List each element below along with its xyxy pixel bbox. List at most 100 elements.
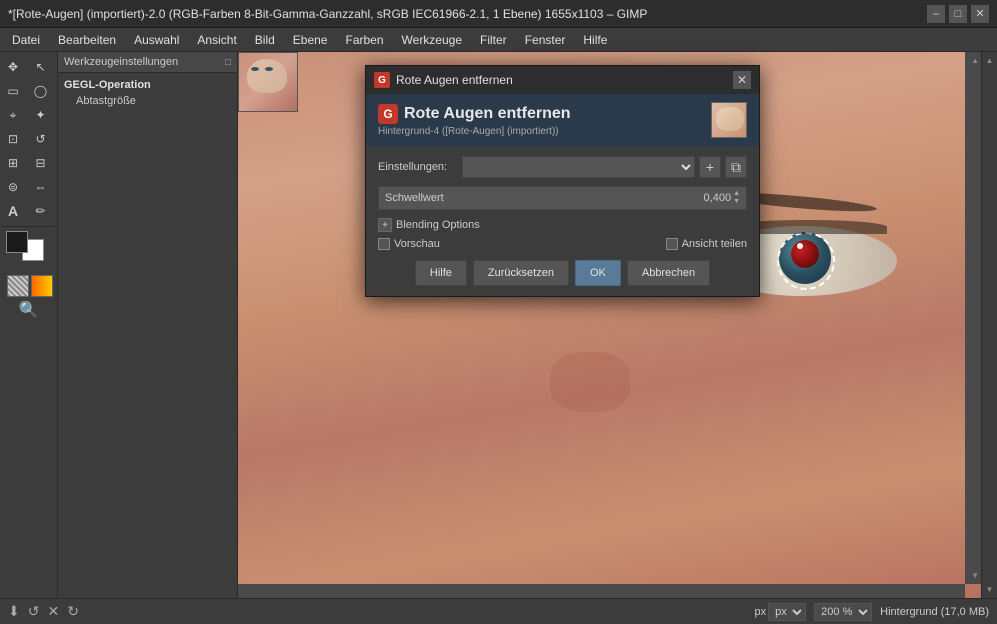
dialog-subtitle: Hintergrund-4 ([Rote-Augen] (importiert)… bbox=[378, 126, 571, 137]
dialog-close-button[interactable]: ✕ bbox=[733, 71, 751, 89]
gegl-section-label: GEGL-Operation bbox=[64, 79, 231, 91]
schwellwert-value: 0,400 bbox=[704, 192, 732, 204]
menu-bar: Datei Bearbeiten Auswahl Ansicht Bild Eb… bbox=[0, 28, 997, 52]
einstellungen-row: Einstellungen: + ⧉ bbox=[378, 156, 747, 178]
unit-dropdown[interactable]: px bbox=[768, 603, 806, 621]
warp-tool[interactable]: ⊜ bbox=[2, 176, 24, 198]
ok-button[interactable]: OK bbox=[575, 260, 621, 286]
einstellungen-select[interactable] bbox=[462, 156, 695, 178]
tool-options-panel: Werkzeugeinstellungen □ GEGL-Operation A… bbox=[58, 52, 238, 598]
maximize-button[interactable]: □ bbox=[949, 5, 967, 23]
schwellwert-label: Schwellwert bbox=[385, 192, 704, 204]
unit-selector[interactable]: px px bbox=[755, 603, 807, 621]
einstellungen-label: Einstellungen: bbox=[378, 161, 458, 173]
canvas-thumbnail bbox=[238, 52, 298, 112]
red-eye-dialog: G Rote Augen entfernen ✕ G Rote Augen en… bbox=[365, 65, 760, 297]
schwellwert-row[interactable]: Schwellwert 0,400 ▲ ▼ bbox=[378, 186, 747, 210]
horizontal-scrollbar[interactable] bbox=[238, 584, 965, 598]
zoom-tool[interactable]: 🔍 bbox=[18, 299, 40, 321]
einstellungen-add-button[interactable]: + bbox=[699, 156, 721, 178]
tool-options-content: GEGL-Operation Abtastgröße bbox=[58, 73, 237, 598]
blending-expand-button[interactable]: + bbox=[378, 218, 392, 232]
unit-label: px bbox=[755, 606, 767, 618]
menu-farben[interactable]: Farben bbox=[338, 31, 392, 49]
pattern-swatch[interactable] bbox=[7, 275, 29, 297]
rect-select-tool[interactable]: ▭ bbox=[2, 80, 24, 102]
redo-button[interactable]: ↺ bbox=[28, 603, 40, 620]
tools-panel: ✥ ↖ ▭ ◯ ⌖ ✦ ⊡ ↺ ⊞ ⊟ ⊜ ⇔ A ✏ 🔍 bbox=[0, 52, 58, 598]
dialog-icon: G bbox=[374, 72, 390, 88]
rotate-tool[interactable]: ↺ bbox=[30, 128, 52, 150]
menu-hilfe[interactable]: Hilfe bbox=[575, 31, 615, 49]
menu-ansicht[interactable]: Ansicht bbox=[189, 31, 244, 49]
right-scroll-down[interactable]: ▼ bbox=[986, 585, 994, 594]
crop-tool[interactable]: ⊡ bbox=[2, 128, 24, 150]
menu-ebene[interactable]: Ebene bbox=[285, 31, 336, 49]
abtast-label: Abtastgröße bbox=[64, 95, 231, 107]
lasso-tool[interactable]: ⌖ bbox=[2, 104, 24, 126]
abbrechen-button[interactable]: Abbrechen bbox=[627, 260, 710, 286]
dialog-body: Einstellungen: + ⧉ Schwellwert 0,400 ▲ ▼ bbox=[366, 146, 759, 296]
tool-options-header: Werkzeugeinstellungen □ bbox=[58, 52, 237, 73]
pattern-area bbox=[2, 275, 55, 297]
minimize-button[interactable]: – bbox=[927, 5, 945, 23]
menu-filter[interactable]: Filter bbox=[472, 31, 515, 49]
fuzzy-select-tool[interactable]: ✦ bbox=[30, 104, 52, 126]
dialog-titlebar: G Rote Augen entfernen ✕ bbox=[366, 66, 759, 94]
blending-options-label: Blending Options bbox=[396, 219, 480, 231]
blending-options-row: + Blending Options bbox=[378, 218, 747, 232]
checkboxes-row: Vorschau Ansicht teilen bbox=[378, 238, 747, 250]
dialog-big-icon: G bbox=[378, 104, 398, 124]
pointer-tool[interactable]: ↖ bbox=[30, 56, 52, 78]
zoom-dropdown[interactable]: 200 % bbox=[814, 603, 872, 621]
tool-options-title: Werkzeugeinstellungen bbox=[64, 56, 178, 68]
restore-button[interactable]: ↻ bbox=[67, 603, 79, 620]
dialog-header: G Rote Augen entfernen Hintergrund-4 ([R… bbox=[366, 94, 759, 146]
dialog-header-left: G Rote Augen entfernen Hintergrund-4 ([R… bbox=[378, 104, 571, 137]
dialog-title: Rote Augen entfernen bbox=[396, 73, 513, 87]
tool-options-collapse[interactable]: □ bbox=[225, 57, 231, 68]
close-button[interactable]: ✕ bbox=[971, 5, 989, 23]
menu-bild[interactable]: Bild bbox=[247, 31, 283, 49]
status-bar: ⬇ ↺ ✕ ↻ px px 200 % Hintergrund (17,0 MB… bbox=[0, 598, 997, 624]
einstellungen-duplicate-button[interactable]: ⧉ bbox=[725, 156, 747, 178]
gradient-swatch[interactable] bbox=[31, 275, 53, 297]
menu-auswahl[interactable]: Auswahl bbox=[126, 31, 187, 49]
delete-button[interactable]: ✕ bbox=[47, 603, 59, 620]
tool-separator bbox=[2, 226, 55, 227]
dialog-buttons-row: Hilfe Zurücksetzen OK Abbrechen bbox=[378, 260, 747, 286]
text-tool[interactable]: A bbox=[2, 200, 24, 222]
ansicht-checkbox[interactable] bbox=[666, 238, 678, 250]
flip-tool[interactable]: ⇔ bbox=[30, 176, 52, 198]
move-tool[interactable]: ✥ bbox=[2, 56, 24, 78]
schwellwert-spinbox[interactable]: ▲ ▼ bbox=[733, 190, 740, 206]
paint-tool[interactable]: ✏ bbox=[30, 200, 52, 222]
undo-button[interactable]: ⬇ bbox=[8, 603, 20, 620]
window-controls: – □ ✕ bbox=[927, 5, 989, 23]
zuruecksetzen-button[interactable]: Zurücksetzen bbox=[473, 260, 569, 286]
vorschau-label: Vorschau bbox=[394, 238, 440, 250]
menu-fenster[interactable]: Fenster bbox=[517, 31, 574, 49]
shear-tool[interactable]: ⊟ bbox=[30, 152, 52, 174]
dialog-thumbnail bbox=[711, 102, 747, 138]
menu-datei[interactable]: Datei bbox=[4, 31, 48, 49]
title-bar: *[Rote-Augen] (importiert)-2.0 (RGB-Farb… bbox=[0, 0, 997, 28]
spin-up[interactable]: ▲ bbox=[733, 190, 740, 198]
right-scroll-up[interactable]: ▲ bbox=[986, 56, 994, 65]
spin-down[interactable]: ▼ bbox=[733, 198, 740, 206]
ellipse-select-tool[interactable]: ◯ bbox=[30, 80, 52, 102]
ansicht-checkbox-item: Ansicht teilen bbox=[666, 238, 747, 250]
ansicht-label: Ansicht teilen bbox=[682, 238, 747, 250]
vertical-scrollbar[interactable]: ▲ ▼ bbox=[965, 52, 981, 584]
dialog-title-content: G Rote Augen entfernen bbox=[374, 72, 513, 88]
foreground-color[interactable] bbox=[6, 231, 28, 253]
scale-tool[interactable]: ⊞ bbox=[2, 152, 24, 174]
dialog-big-title: G Rote Augen entfernen bbox=[378, 104, 571, 124]
schwellwert-value-container: 0,400 ▲ ▼ bbox=[704, 190, 740, 206]
zoom-selector[interactable]: 200 % bbox=[814, 603, 872, 621]
status-info: Hintergrund (17,0 MB) bbox=[880, 606, 989, 618]
menu-werkzeuge[interactable]: Werkzeuge bbox=[394, 31, 470, 49]
vorschau-checkbox[interactable] bbox=[378, 238, 390, 250]
hilfe-button[interactable]: Hilfe bbox=[415, 260, 467, 286]
menu-bearbeiten[interactable]: Bearbeiten bbox=[50, 31, 124, 49]
